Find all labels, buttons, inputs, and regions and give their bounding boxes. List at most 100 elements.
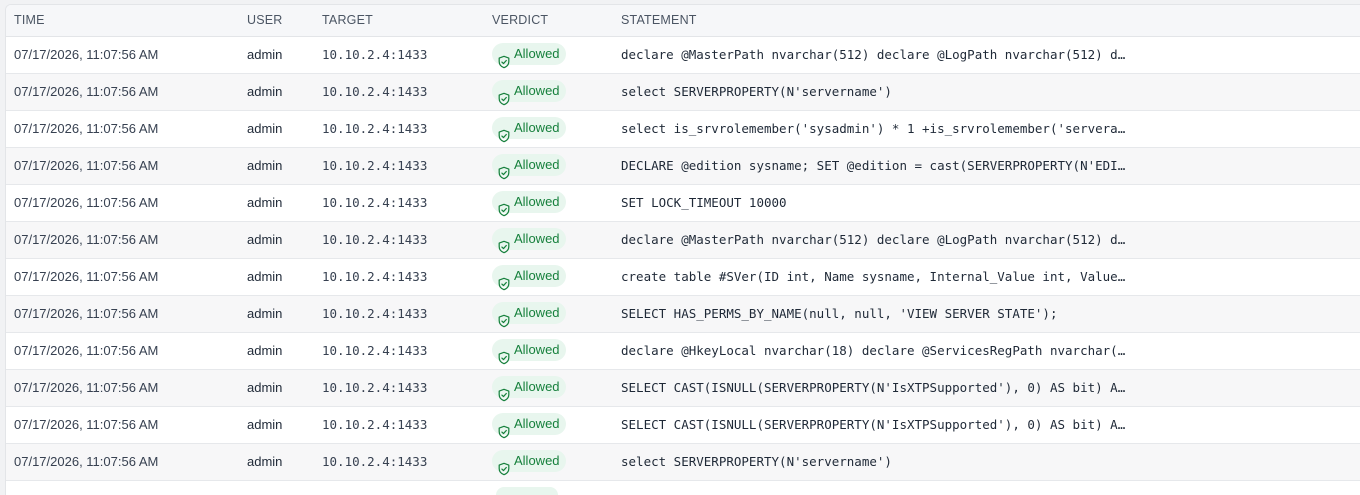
table-row[interactable]: 07/17/2026, 11:07:56 AM admin 10.10.2.4:14… [6,74,1360,111]
row-statement: declare @MasterPath nvarchar(512) declar… [621,47,1131,62]
shield-check-icon [497,417,511,439]
verdict-badge: Allowed [492,413,566,439]
row-statement: create table #SVer(ID int, Name sysname,… [621,269,1131,284]
shield-check-icon [497,195,511,217]
row-user: admin [247,232,283,247]
row-target: 10.10.2.4:1433 [322,121,428,136]
shield-check-icon [497,232,511,254]
verdict-label: Allowed [514,83,560,98]
row-statement: SET LOCK_TIMEOUT 10000 [621,195,787,210]
table-row[interactable]: 07/17/2026, 11:07:56 AM admin 10.10.2.4:14… [6,37,1360,74]
row-statement: DECLARE @edition sysname; SET @edition =… [621,158,1131,173]
table-row[interactable]: 07/17/2026, 11:07:56 AM admin 10.10.2.4:14… [6,407,1360,444]
row-user: admin [247,84,283,99]
verdict-label: Allowed [514,231,560,246]
row-time: 07/17/2026, 11:07:56 AM [14,380,159,395]
row-target: 10.10.2.4:1433 [322,232,428,247]
shield-check-icon [497,454,511,476]
row-target: 10.10.2.4:1433 [322,306,428,321]
verdict-badge: Allowed [492,265,566,291]
shield-check-icon [497,84,511,106]
row-verdict: Allowed [492,111,602,147]
row-statement: SELECT HAS_PERMS_BY_NAME(null, null, 'VI… [621,306,1058,321]
verdict-label: Allowed [514,305,560,320]
verdict-badge: Allowed [492,450,566,476]
verdict-badge: Allowed [492,80,566,106]
table-row-partial[interactable] [6,481,1360,495]
column-header-verdict[interactable]: VERDICT [492,13,548,27]
table-row[interactable]: 07/17/2026, 11:07:56 AM admin 10.10.2.4:14… [6,185,1360,222]
shield-check-icon [497,269,511,291]
row-target: 10.10.2.4:1433 [322,454,428,469]
row-target: 10.10.2.4:1433 [322,158,428,173]
column-header-user[interactable]: USER [247,13,283,27]
row-verdict: Allowed [492,333,602,369]
verdict-badge: Allowed [492,117,566,143]
verdict-label: Allowed [514,342,560,357]
row-time: 07/17/2026, 11:07:56 AM [14,47,159,62]
shield-check-icon [497,47,511,69]
verdict-badge: Allowed [492,302,566,328]
table-row[interactable]: 07/17/2026, 11:07:56 AM admin 10.10.2.4:14… [6,296,1360,333]
row-statement: declare @HkeyLocal nvarchar(18) declare … [621,343,1131,358]
row-time: 07/17/2026, 11:07:56 AM [14,454,159,469]
audit-log-table: TIME USER TARGET VERDICT STATEMENT 07/17… [5,4,1360,495]
row-verdict: Allowed [492,148,602,184]
table-row[interactable]: 07/17/2026, 11:07:56 AM admin 10.10.2.4:14… [6,333,1360,370]
column-header-statement[interactable]: STATEMENT [621,13,697,27]
row-user: admin [247,158,283,173]
shield-check-icon [497,380,511,402]
table-row[interactable]: 07/17/2026, 11:07:56 AM admin 10.10.2.4:14… [6,444,1360,481]
row-user: admin [247,380,283,395]
row-statement: select is_srvrolemember('sysadmin') * 1 … [621,121,1131,136]
row-target: 10.10.2.4:1433 [322,47,428,62]
shield-check-icon [497,158,511,180]
row-target: 10.10.2.4:1433 [322,195,428,210]
row-time: 07/17/2026, 11:07:56 AM [14,269,159,284]
verdict-label: Allowed [514,453,560,468]
row-user: admin [247,417,283,432]
verdict-badge: Allowed [492,339,566,365]
verdict-badge: Allowed [492,376,566,402]
table-header: TIME USER TARGET VERDICT STATEMENT [6,5,1360,37]
verdict-label: Allowed [514,268,560,283]
row-verdict: Allowed [492,444,602,480]
row-user: admin [247,121,283,136]
verdict-badge: Allowed [492,154,566,180]
verdict-label: Allowed [514,120,560,135]
verdict-label: Allowed [514,416,560,431]
column-header-target[interactable]: TARGET [322,13,373,27]
table-row[interactable]: 07/17/2026, 11:07:56 AM admin 10.10.2.4:14… [6,111,1360,148]
row-statement: declare @MasterPath nvarchar(512) declar… [621,232,1131,247]
row-time: 07/17/2026, 11:07:56 AM [14,232,159,247]
table-row[interactable]: 07/17/2026, 11:07:56 AM admin 10.10.2.4:14… [6,370,1360,407]
table-row[interactable]: 07/17/2026, 11:07:56 AM admin 10.10.2.4:14… [6,148,1360,185]
row-verdict: Allowed [492,222,602,258]
table-row[interactable]: 07/17/2026, 11:07:56 AM admin 10.10.2.4:14… [6,222,1360,259]
verdict-badge: Allowed [492,191,566,217]
row-target: 10.10.2.4:1433 [322,417,428,432]
row-verdict: Allowed [492,259,602,295]
row-user: admin [247,47,283,62]
row-time: 07/17/2026, 11:07:56 AM [14,84,159,99]
shield-check-icon [497,343,511,365]
row-time: 07/17/2026, 11:07:56 AM [14,417,159,432]
row-statement: select SERVERPROPERTY(N'servername') [621,454,892,469]
row-verdict: Allowed [492,185,602,221]
verdict-badge-partial [496,487,558,495]
shield-check-icon [497,306,511,328]
row-user: admin [247,269,283,284]
row-time: 07/17/2026, 11:07:56 AM [14,195,159,210]
row-target: 10.10.2.4:1433 [322,343,428,358]
row-time: 07/17/2026, 11:07:56 AM [14,306,159,321]
column-header-time[interactable]: TIME [14,13,45,27]
row-statement: SELECT CAST(ISNULL(SERVERPROPERTY(N'IsXT… [621,380,1131,395]
row-verdict: Allowed [492,407,602,443]
row-verdict: Allowed [492,296,602,332]
row-target: 10.10.2.4:1433 [322,269,428,284]
table-row[interactable]: 07/17/2026, 11:07:56 AM admin 10.10.2.4:14… [6,259,1360,296]
verdict-badge: Allowed [492,43,566,69]
row-statement: select SERVERPROPERTY(N'servername') [621,84,892,99]
row-user: admin [247,454,283,469]
row-target: 10.10.2.4:1433 [322,84,428,99]
